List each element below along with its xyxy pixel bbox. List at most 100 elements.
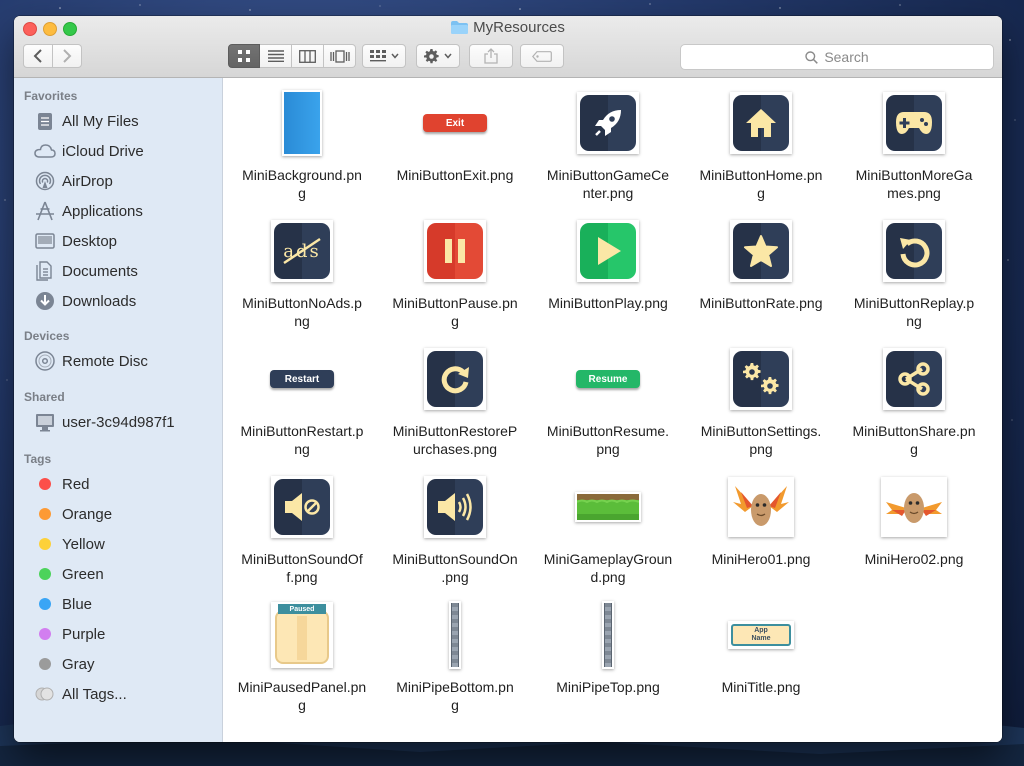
file-item[interactable]: MiniButtonGameCe nter.png (538, 78, 678, 201)
title-thumbnail: App Name (726, 600, 796, 670)
sidebar-item-label: Desktop (62, 232, 118, 250)
file-item[interactable]: MiniHero01.png (691, 462, 831, 582)
icon-view-button[interactable] (228, 44, 260, 68)
strike-icon (283, 237, 321, 265)
sidebar-item-applications[interactable]: Applications (34, 199, 219, 223)
tags-header: Tags (24, 452, 52, 466)
file-item[interactable]: MiniButtonRate.png (691, 206, 831, 326)
file-item[interactable]: MiniBackground.pn g (232, 78, 372, 201)
sidebar-item-all-my-files[interactable]: All My Files (34, 109, 219, 133)
tag-dot-container (34, 594, 56, 614)
file-name: MiniButtonPause.pn g (392, 295, 518, 329)
ib (730, 348, 792, 410)
sidebar-item-remote-disc[interactable]: Remote Disc (34, 349, 219, 373)
file-item[interactable]: MiniButtonSoundOf f.png (232, 462, 372, 585)
file-item[interactable]: MiniButtonRestoreP urchases.png (385, 334, 525, 457)
edit-tags-button[interactable] (520, 44, 564, 68)
star-icon (744, 235, 778, 267)
file-name: MiniButtonGameCe nter.png (546, 167, 670, 201)
sidebar-item-label: Purple (62, 625, 106, 643)
action-button[interactable] (416, 44, 460, 68)
computer-icon (34, 412, 56, 432)
sidebar-item-tag-blue[interactable]: Blue (34, 592, 219, 616)
tag-icon (532, 50, 552, 62)
file-item[interactable]: MiniButtonShare.pn g (844, 334, 984, 457)
applications-icon (34, 201, 56, 221)
sidebar-item-icloud-drive[interactable]: iCloud Drive (34, 139, 219, 163)
pipe-thumbnail (573, 600, 643, 670)
file-item[interactable]: ads MiniButtonNoAds.png (232, 206, 372, 329)
share-nodes-icon (898, 362, 930, 396)
gray-tag-icon (39, 658, 51, 670)
file-name: MiniButtonRestart.p ng (240, 423, 364, 457)
file-item[interactable]: Restart MiniButtonRestart.p ng (232, 334, 372, 457)
sidebar-item-tag-purple[interactable]: Purple (34, 622, 219, 646)
file-item[interactable]: App Name MiniTitle.png (691, 590, 831, 710)
sidebar-item-label: user-3c94d987f1 (62, 413, 175, 431)
pause-icon (445, 239, 465, 263)
arrange-button[interactable] (362, 44, 406, 68)
sidebar-item-tag-red[interactable]: Red (34, 472, 219, 496)
pipe-thumbnail (420, 600, 490, 670)
sidebar-item-airdrop[interactable]: AirDrop (34, 169, 219, 193)
file-item[interactable]: MiniButtonPlay.png (538, 206, 678, 326)
file-item[interactable]: MiniButtonReplay.p ng (844, 206, 984, 329)
file-item[interactable]: MiniPipeBottom.pn g (385, 590, 525, 713)
file-name: MiniButtonRestoreP urchases.png (392, 423, 518, 457)
column-view-button[interactable] (292, 44, 324, 68)
forward-button[interactable] (52, 44, 82, 68)
hero-character-icon (886, 493, 942, 523)
file-item[interactable]: MiniButtonPause.pn g (385, 206, 525, 329)
file-item[interactable]: MiniGameplayGroun d.png (538, 462, 678, 585)
cover-flow-button[interactable] (324, 44, 356, 68)
ib (883, 220, 945, 282)
thumb (267, 472, 337, 542)
file-item[interactable]: MiniHero02.png (844, 462, 984, 582)
ib (577, 92, 639, 154)
thumb (420, 344, 490, 414)
thumb (420, 216, 490, 286)
file-item[interactable]: MiniButtonSettings. png (691, 334, 831, 457)
sidebar-item-label: Blue (62, 595, 93, 613)
thumb (420, 472, 490, 542)
ground-strip-icon (577, 494, 639, 520)
red-tag-icon (39, 478, 51, 490)
sidebar-item-downloads[interactable]: Downloads (34, 289, 219, 313)
share-button[interactable] (469, 44, 513, 68)
hero-thumbnail (726, 472, 796, 542)
all-tags-icon (34, 684, 56, 704)
ib (424, 348, 486, 410)
thumb (726, 88, 796, 158)
home-icon (746, 109, 776, 137)
file-name: MiniTitle.png (721, 679, 801, 695)
sidebar-item-tag-orange[interactable]: Orange (34, 502, 219, 526)
file-name: MiniButtonSoundOn .png (392, 551, 518, 585)
file-item[interactable]: MiniPipeTop.png (538, 590, 678, 710)
file-name: MiniButtonShare.pn g (852, 423, 976, 457)
back-button[interactable] (23, 44, 53, 68)
hero-character-icon (733, 486, 789, 526)
file-name: MiniGameplayGroun d.png (543, 551, 673, 585)
file-item[interactable]: MiniButtonHome.pn g (691, 78, 831, 201)
sidebar-item-shared-computer[interactable]: user-3c94d987f1 (34, 410, 219, 434)
file-item[interactable]: Paused MiniPausedPanel.pn g (232, 590, 372, 713)
sidebar-item-tag-yellow[interactable]: Yellow (34, 532, 219, 556)
app-name-label: App Name (731, 624, 791, 646)
file-item[interactable]: Exit MiniButtonExit.png (385, 78, 525, 198)
file-item[interactable]: MiniButtonSoundOn .png (385, 462, 525, 585)
sidebar-item-tag-gray[interactable]: Gray (34, 652, 219, 676)
sidebar-item-desktop[interactable]: Desktop (34, 229, 219, 253)
thumb (879, 344, 949, 414)
sidebar-item-label: Red (62, 475, 90, 493)
sidebar-item-tag-green[interactable]: Green (34, 562, 219, 586)
search-field[interactable]: Search (680, 44, 994, 70)
sidebar-item-documents[interactable]: Documents (34, 259, 219, 283)
hero-thumbnail (879, 472, 949, 542)
sidebar-item-label: AirDrop (62, 172, 113, 190)
paused-label: Paused (278, 604, 326, 614)
list-view-button[interactable] (260, 44, 292, 68)
sidebar-item-all-tags[interactable]: All Tags... (34, 682, 219, 706)
file-item[interactable]: Resume MiniButtonResume. png (538, 334, 678, 457)
sidebar-item-label: Yellow (62, 535, 105, 553)
file-item[interactable]: MiniButtonMoreGa mes.png (844, 78, 984, 201)
